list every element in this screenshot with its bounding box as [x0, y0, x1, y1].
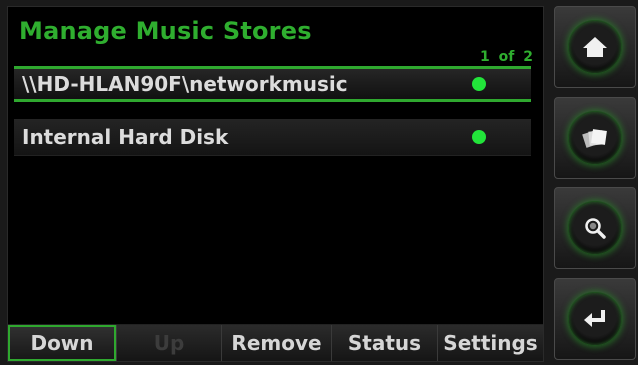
home-icon [583, 37, 607, 57]
up-button[interactable]: Up [116, 325, 221, 361]
status-indicator [472, 77, 486, 91]
albums-button[interactable] [554, 97, 636, 179]
remove-button[interactable]: Remove [221, 325, 331, 361]
store-label: Internal Hard Disk [22, 125, 229, 149]
page-indicator: 1 of 2 [480, 49, 533, 65]
enter-icon [584, 310, 605, 327]
status-indicator [472, 130, 486, 144]
page-title: Manage Music Stores [19, 17, 312, 45]
enter-button[interactable] [554, 278, 636, 360]
search-icon [585, 218, 606, 239]
list-item[interactable]: Internal Hard Disk [14, 119, 531, 155]
settings-button[interactable]: Settings [437, 325, 543, 361]
store-label: \\HD-HLAN90F\networkmusic [22, 72, 348, 96]
list-item[interactable]: \\HD-HLAN90F\networkmusic [14, 66, 531, 102]
side-navigation [548, 6, 638, 360]
bottom-toolbar: Down Up Remove Status Settings [8, 324, 543, 361]
music-stores-panel: Manage Music Stores 1 of 2 \\HD-HLAN90F\… [7, 6, 544, 362]
search-button[interactable] [554, 187, 636, 269]
home-button[interactable] [554, 6, 636, 88]
albums-icon [582, 129, 607, 148]
divider [14, 155, 531, 156]
down-button[interactable]: Down [8, 325, 116, 361]
status-button[interactable]: Status [331, 325, 437, 361]
